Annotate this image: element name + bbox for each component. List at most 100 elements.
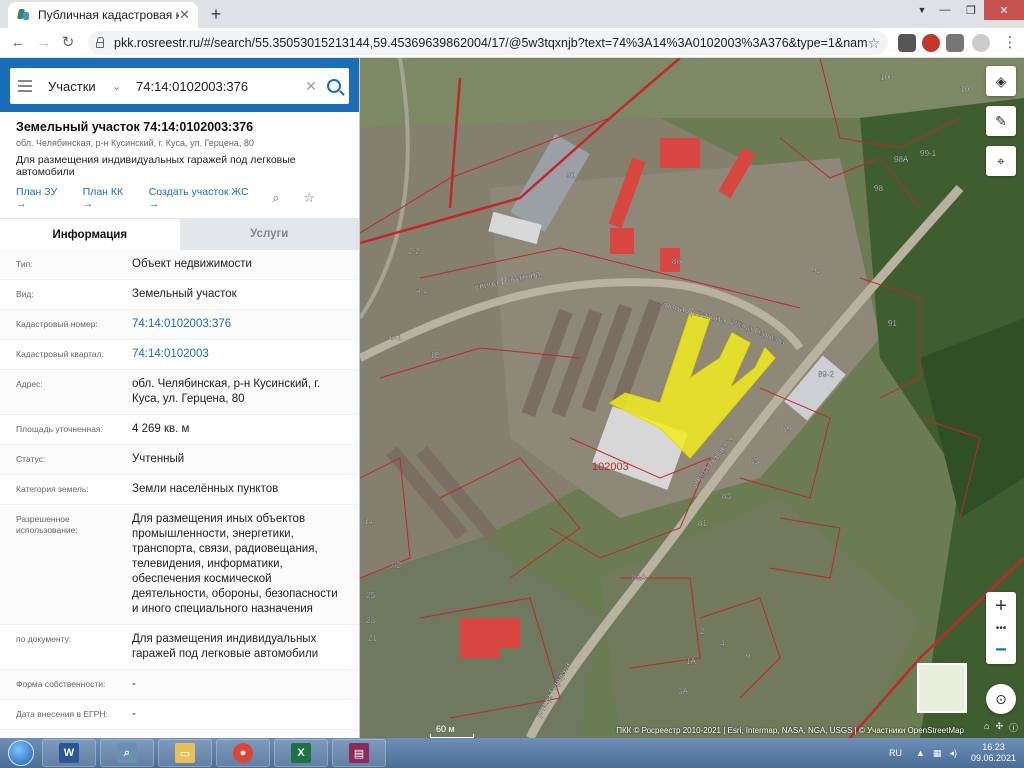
parcel-number-label: 83 <box>722 492 731 501</box>
parcel-number-label: 89-2 <box>818 370 835 379</box>
url-text[interactable]: pkk.rosreestr.ru/#/search/55.35053015213… <box>114 36 867 50</box>
parcel-number-label: 21 <box>368 634 377 643</box>
map-scale: 60 м <box>430 724 474 738</box>
link-plan-kk[interactable]: План КК → <box>83 186 135 210</box>
info-icon[interactable]: ⓘ <box>1009 721 1018 734</box>
back-icon[interactable]: ← <box>8 33 28 53</box>
map-view[interactable]: 102003 улица Доватора улица Доватора ули… <box>360 58 1024 738</box>
close-window-icon[interactable]: ✕ <box>984 0 1024 20</box>
new-tab-icon[interactable]: + <box>206 4 226 25</box>
taskbar-explorer[interactable]: ▭ <box>158 739 212 767</box>
attribute-key: Кадастровый номер: <box>16 319 98 329</box>
attribute-row: Статус: Учтенный <box>0 445 359 475</box>
parcel-number-label: 81 <box>698 519 707 528</box>
rosreestr-favicon-icon <box>16 8 30 22</box>
attribute-value: Объект недвижимости <box>132 258 252 270</box>
home-icon[interactable]: ⌂ <box>984 721 989 734</box>
compass-icon[interactable]: ⊙ <box>986 684 1016 714</box>
attribute-key: Разрешенное использование: <box>16 514 78 535</box>
menu-dots-icon[interactable]: ⋮ <box>1000 33 1020 53</box>
zoom-out-icon[interactable]: − <box>986 636 1016 664</box>
taskbar-excel[interactable]: X <box>274 739 328 767</box>
attribute-value: Земли населённых пунктов <box>132 483 279 495</box>
attribute-row: по документу: Для размещения индивидуальн… <box>0 625 359 670</box>
taskbar-chrome[interactable]: ● <box>216 739 270 767</box>
favorite-star-icon[interactable]: ☆ <box>303 190 315 206</box>
basemap-switcher[interactable] <box>917 663 967 713</box>
restore-icon[interactable]: ❐ <box>958 0 984 20</box>
extension-icon[interactable] <box>898 34 916 52</box>
taskbar-word[interactable]: W <box>42 739 96 767</box>
taskbar-search-tool[interactable]: ⌕ <box>100 739 154 767</box>
clear-icon[interactable]: ✕ <box>305 78 317 95</box>
menu-icon[interactable] <box>18 80 32 92</box>
locate-icon[interactable]: ⌖ <box>986 146 1016 176</box>
profile-avatar-icon[interactable] <box>972 34 990 52</box>
clock[interactable]: 16:23 09.06.2021 <box>971 742 1016 764</box>
fullscreen-icon[interactable]: ✣ <box>995 721 1003 734</box>
volume-icon[interactable]: ◂) <box>949 748 957 759</box>
info-panel: Участки ⌄ 74:14:0102003:376 ✕ ❮ Земельны… <box>0 58 360 738</box>
attribute-row: Вид: Земельный участок <box>0 280 359 310</box>
reload-icon[interactable]: ↻ <box>58 33 78 53</box>
parcel-number-label: 100 <box>960 85 974 94</box>
attribute-key: Адрес: <box>16 379 43 389</box>
bookmark-star-icon[interactable]: ☆ <box>867 35 880 52</box>
parcel-number-label: 2-2 <box>408 247 420 256</box>
attribute-value[interactable]: 74:14:0102003:376 <box>132 317 343 332</box>
network-icon[interactable]: ▦ <box>933 748 942 759</box>
quarter-label: 102003 <box>592 461 629 473</box>
attribute-row: Разрешенное использование: Для размещения… <box>0 505 359 625</box>
attribute-value[interactable]: 74:14:0102003 <box>132 347 343 362</box>
parcel-number-label: 106 <box>880 73 894 82</box>
tray-arrow-icon[interactable]: ▲ <box>916 748 925 758</box>
map-credits: ПКК © Росреестр 2010-2021 | Esri, Interm… <box>616 726 964 735</box>
search-input[interactable]: 74:14:0102003:376 <box>136 79 305 94</box>
attribute-value: - <box>132 708 136 720</box>
parcel-number-label: 89 <box>782 425 791 434</box>
attribute-row: Дата внесения в ЕГРН: - <box>0 700 359 730</box>
search-header: Участки ⌄ 74:14:0102003:376 ✕ ❮ <box>0 58 359 112</box>
parcel-number-label: 6 <box>746 651 751 660</box>
search-bar: Участки ⌄ 74:14:0102003:376 ✕ <box>10 68 349 104</box>
parcel-number-label: 98 <box>874 184 883 193</box>
parcel-number-label: 1А <box>686 657 696 666</box>
attribute-key: Кадастровый квартал: <box>16 349 104 359</box>
system-tray: RU ▲ ▦ ◂) 16:23 09.06.2021 <box>889 742 1024 764</box>
minimize-icon[interactable]: — <box>932 0 958 20</box>
taskbar-winrar[interactable]: ▤ <box>332 739 386 767</box>
forward-icon[interactable]: → <box>34 33 54 53</box>
zoom-in-icon[interactable]: + <box>986 592 1016 620</box>
start-button[interactable] <box>0 738 42 768</box>
attribute-key: Статус: <box>16 454 46 464</box>
browser-tab[interactable]: Публичная кадастровая карта ✕ <box>8 2 198 28</box>
attribute-key: Категория земель: <box>16 484 89 494</box>
address-bar[interactable]: pkk.rosreestr.ru/#/search/55.35053015213… <box>88 31 888 55</box>
tab-services[interactable]: Услуги <box>179 218 359 250</box>
chevron-down-icon[interactable]: ⌄ <box>112 80 128 93</box>
extension-icon[interactable] <box>922 34 940 52</box>
tab-info[interactable]: Информация <box>0 218 180 250</box>
search-type-select[interactable]: Участки <box>48 79 112 94</box>
parcel-number-label: 7/2 <box>390 561 402 570</box>
zoom-more-icon[interactable]: ••• <box>986 620 1016 636</box>
object-title: Земельный участок 74:14:0102003:376 <box>16 120 254 134</box>
layers-icon[interactable]: ◈ <box>986 66 1016 96</box>
attribute-key: Тип: <box>16 259 33 269</box>
attribute-row: Категория земель: Земли населённых пункто… <box>0 475 359 505</box>
map-canvas[interactable]: 102003 улица Доватора улица Доватора ули… <box>360 58 1024 738</box>
link-plan-zu[interactable]: План ЗУ → <box>16 186 69 210</box>
search-icon[interactable] <box>327 79 341 93</box>
object-purpose: Для размещения индивидуальных гаражей по… <box>16 154 296 178</box>
lock-icon[interactable] <box>96 37 104 48</box>
parcel-number-label: 86 <box>672 257 681 266</box>
puzzle-icon[interactable] <box>946 34 964 52</box>
ruler-icon[interactable]: ✎ <box>986 106 1016 136</box>
tab-search-icon[interactable]: ▼ <box>912 0 932 20</box>
zoom-to-object-icon[interactable]: ⌕ <box>272 190 279 206</box>
language-indicator[interactable]: RU <box>889 748 902 758</box>
link-create-parcel[interactable]: Создать участок ЖС → <box>149 186 258 210</box>
close-tab-icon[interactable]: ✕ <box>179 7 190 23</box>
panel-tabs: Информация Услуги <box>0 218 359 250</box>
attribute-value: Земельный участок <box>132 288 237 300</box>
